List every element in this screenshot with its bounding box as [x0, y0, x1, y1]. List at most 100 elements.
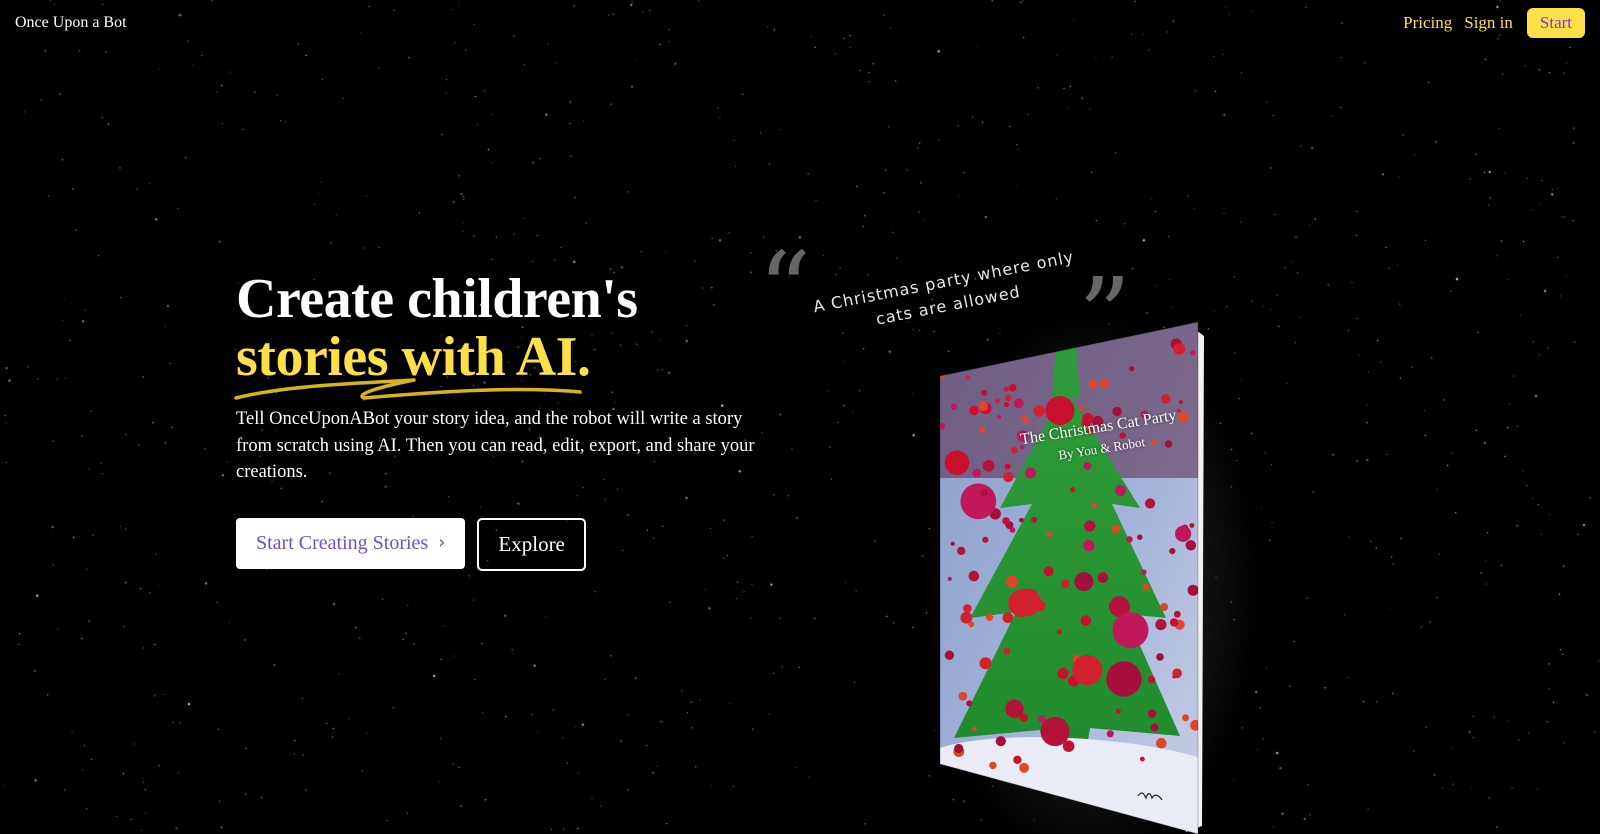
- ornament: [1008, 589, 1037, 617]
- ornament: [984, 337, 995, 349]
- ornament: [1187, 584, 1198, 596]
- ornament: [1008, 384, 1017, 392]
- explore-button[interactable]: Explore: [477, 517, 586, 571]
- ornament: [1056, 629, 1062, 635]
- ornament: [940, 422, 946, 430]
- ornament: [1006, 575, 1018, 588]
- ornament: [1112, 612, 1149, 649]
- ornament: [1037, 715, 1046, 723]
- ornament: [1033, 405, 1045, 417]
- ornament: [1003, 401, 1010, 407]
- ornament: [1189, 523, 1195, 528]
- ornament: [1140, 756, 1145, 762]
- start-creating-button[interactable]: Start Creating Stories ›: [236, 517, 466, 569]
- hero-section: Create children's stories with AI. Tell …: [234, 270, 796, 571]
- ornament: [1003, 386, 1009, 392]
- ornament: [1084, 520, 1096, 532]
- ornament: [1111, 524, 1121, 534]
- brand-link[interactable]: Once Upon a Bot: [15, 14, 127, 32]
- ornament: [1061, 579, 1070, 589]
- nav-links: Pricing Sign in Start: [1403, 8, 1585, 38]
- ornament: [1173, 343, 1186, 355]
- ornament: [1079, 404, 1085, 411]
- ornament: [986, 345, 993, 352]
- ornament: [1083, 540, 1095, 552]
- ornament: [1013, 398, 1024, 409]
- ornament: [1005, 699, 1024, 718]
- ornament: [1005, 394, 1012, 402]
- ornament: [1115, 708, 1121, 714]
- start-creating-label: Start Creating Stories: [256, 531, 429, 554]
- hero-title: Create children's stories with AI.: [234, 270, 796, 400]
- ornament: [989, 761, 997, 770]
- example-book: The Christmas Cat Party By You & Robot: [920, 308, 1260, 834]
- ornament: [1182, 714, 1189, 722]
- ornament: [1097, 572, 1109, 583]
- ornament: [1141, 569, 1147, 575]
- ornament: [960, 483, 997, 520]
- ornament: [981, 389, 988, 396]
- ornament: [964, 611, 971, 618]
- ornament: [985, 613, 994, 621]
- ornament: [1083, 462, 1092, 471]
- ornament: [982, 536, 989, 543]
- example-prompt-quote: “ A Christmas party where only cats are …: [758, 238, 1158, 368]
- ornament: [1031, 516, 1038, 523]
- ornament: [1160, 394, 1171, 404]
- example-prompt-text: A Christmas party where only cats are al…: [811, 247, 1076, 329]
- ornament: [1074, 572, 1094, 592]
- ornament: [963, 604, 972, 613]
- ornament: [1169, 548, 1176, 555]
- ornament: [1173, 610, 1181, 618]
- ornament: [954, 743, 964, 754]
- ornament: [1106, 661, 1142, 697]
- ornament: [1062, 740, 1075, 752]
- ornament: [1099, 378, 1110, 389]
- ornament: [1080, 615, 1092, 626]
- ornament: [1155, 619, 1167, 631]
- ornament: [995, 398, 1000, 404]
- ornament: [1156, 653, 1164, 661]
- cta-buttons: Start Creating Stories › Explore: [236, 517, 796, 571]
- ornament: [1046, 531, 1053, 538]
- ornament: [975, 353, 985, 363]
- ornament: [1142, 583, 1150, 591]
- ornament: [957, 546, 966, 556]
- ornament: [1025, 419, 1030, 425]
- hero-title-line2: stories with AI.: [234, 326, 591, 400]
- top-navigation: Once Upon a Bot Pricing Sign in Start: [0, 0, 1600, 48]
- ornament: [1190, 350, 1196, 356]
- hero-title-line2-text: stories with AI.: [236, 326, 591, 388]
- ornament: [980, 488, 989, 497]
- ornament: [950, 403, 958, 410]
- ornament: [979, 657, 992, 670]
- pricing-link[interactable]: Pricing: [1403, 13, 1452, 33]
- close-quote-icon: ”: [1078, 255, 1132, 377]
- ornament: [1019, 517, 1024, 523]
- ornament: [1057, 667, 1069, 680]
- ornament: [944, 450, 970, 475]
- ornament: [944, 650, 955, 660]
- book-cover-illustration: [920, 308, 1260, 834]
- ornament: [1126, 536, 1133, 543]
- ornament: [997, 415, 1002, 419]
- ornament: [972, 468, 982, 478]
- ornament: [1160, 603, 1169, 611]
- ornament: [1145, 498, 1156, 509]
- ornament: [1045, 396, 1075, 425]
- ornament: [1150, 723, 1159, 732]
- chevron-right-icon: ›: [438, 532, 446, 553]
- ornament: [966, 700, 973, 707]
- start-button[interactable]: Start: [1526, 8, 1585, 38]
- ornament: [1072, 655, 1103, 686]
- ornament: [1185, 540, 1196, 551]
- hero-description: Tell OnceUponABot your story idea, and t…: [236, 409, 755, 482]
- ornament: [978, 401, 989, 411]
- ornament: [982, 460, 995, 472]
- ornament: [995, 736, 1006, 747]
- ornament: [1169, 618, 1179, 627]
- sign-in-link[interactable]: Sign in: [1464, 13, 1513, 33]
- ornament: [979, 426, 986, 433]
- ornament: [1178, 399, 1183, 405]
- ornament: [1002, 612, 1014, 624]
